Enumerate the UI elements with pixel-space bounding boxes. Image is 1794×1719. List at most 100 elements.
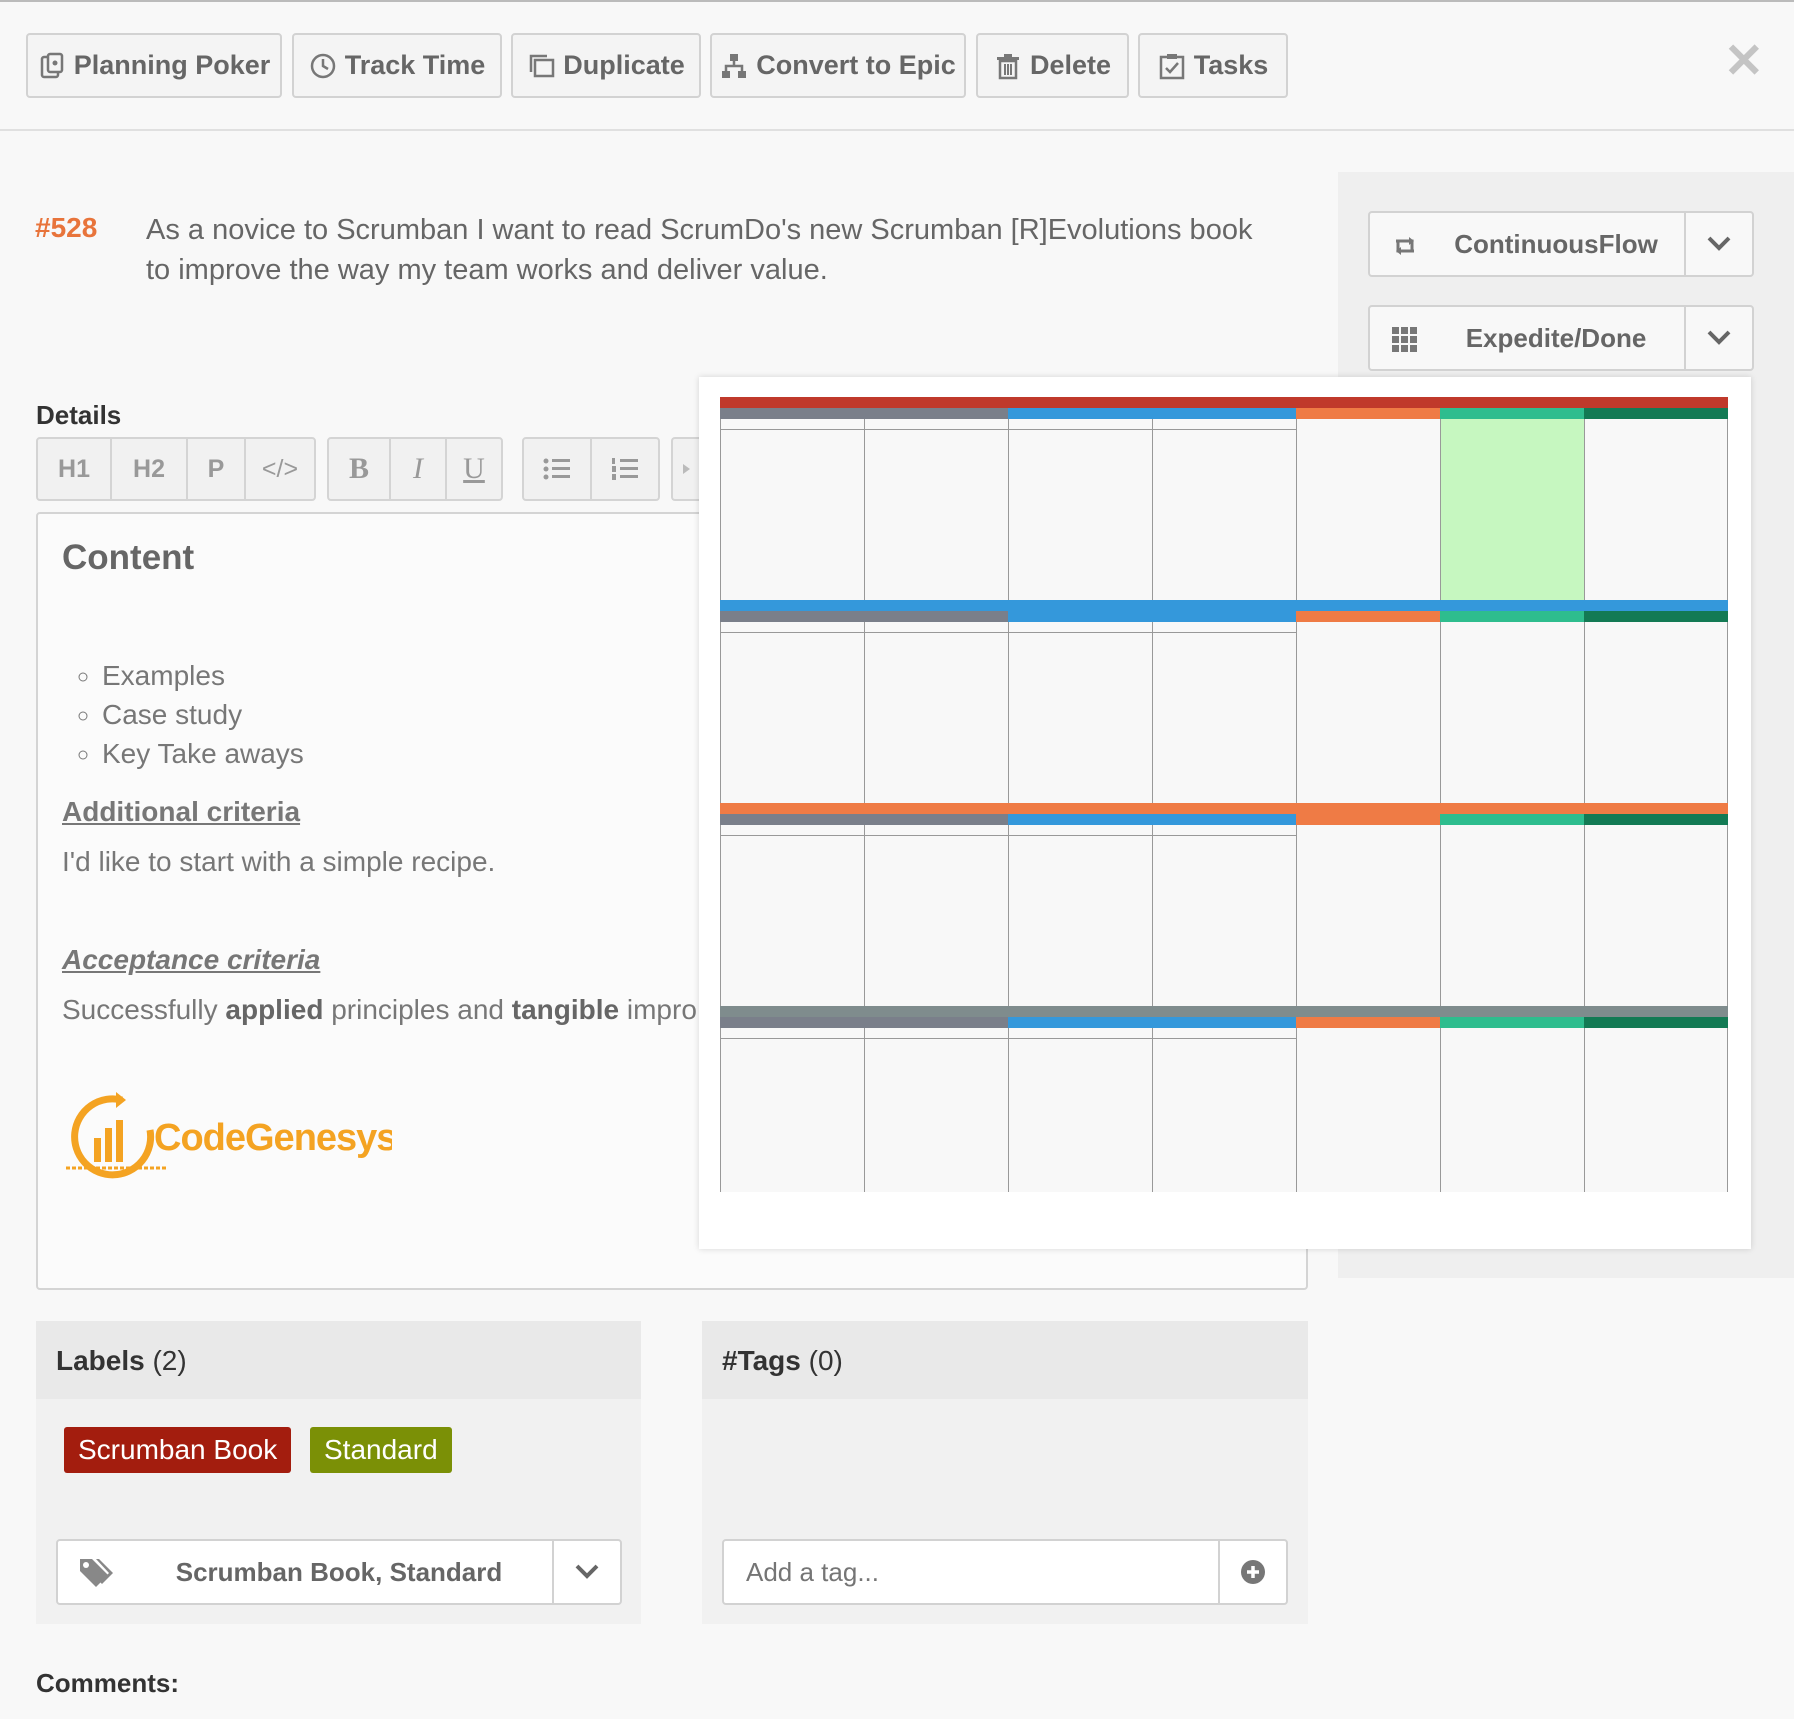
- board-cell[interactable]: [1008, 1028, 1152, 1192]
- column-header-bar: [1296, 814, 1440, 825]
- sub-column-divider: [721, 1038, 864, 1039]
- labels-select-value: Scrumban Book, Standard: [175, 1557, 503, 1587]
- board-cell[interactable]: [1440, 825, 1584, 1006]
- board-cell[interactable]: [1008, 419, 1152, 600]
- labels-title-text: Labels: [56, 1345, 145, 1376]
- labels-select[interactable]: Scrumban Book, Standard: [56, 1539, 622, 1605]
- add-circle-icon[interactable]: [1240, 1559, 1266, 1585]
- h2-button[interactable]: H2: [112, 439, 188, 499]
- board-cell[interactable]: [1008, 825, 1152, 1006]
- board-cell[interactable]: [1584, 622, 1728, 803]
- labels-header: Labels (2): [36, 1321, 641, 1399]
- h1-button[interactable]: H1: [38, 439, 112, 499]
- swimlane: [720, 1006, 1728, 1192]
- column-header-bar: [1296, 1017, 1440, 1028]
- board-cell[interactable]: [1584, 419, 1728, 600]
- board-cell[interactable]: [864, 825, 1008, 1006]
- sub-column-divider: [865, 1038, 1008, 1039]
- code-button[interactable]: </>: [246, 439, 314, 499]
- tasks-label: Tasks: [1193, 50, 1269, 80]
- board-cell[interactable]: [720, 419, 864, 600]
- column-header-bar: [1584, 611, 1728, 622]
- hierarchy-icon: [722, 53, 747, 78]
- planning-poker-button[interactable]: Planning Poker: [26, 33, 282, 98]
- board-cell[interactable]: [1440, 622, 1584, 803]
- sub-column-divider: [865, 835, 1008, 836]
- board-cell[interactable]: [864, 622, 1008, 803]
- column-header-bar: [720, 1017, 1008, 1028]
- indent-button[interactable]: [673, 439, 701, 499]
- swimlane-bar: [720, 397, 1728, 408]
- convert-to-epic-button[interactable]: Convert to Epic: [710, 33, 966, 98]
- paragraph-button[interactable]: P: [188, 439, 246, 499]
- label-chip[interactable]: Scrumban Book: [64, 1427, 292, 1473]
- delete-button[interactable]: Delete: [976, 33, 1129, 98]
- convert-to-epic-label: Convert to Epic: [756, 50, 956, 80]
- column-header-bar: [720, 814, 1008, 825]
- duplicate-button[interactable]: Duplicate: [511, 33, 701, 98]
- sub-column-divider: [1009, 429, 1152, 430]
- text-format-group: B I U: [327, 437, 503, 501]
- board-cell[interactable]: [1152, 825, 1296, 1006]
- column-header-bar: [1584, 1017, 1728, 1028]
- list-item: Key Take aways: [102, 734, 304, 773]
- italic-button[interactable]: I: [391, 439, 447, 499]
- sub-column-divider: [1153, 632, 1296, 633]
- column-header-bar: [1008, 814, 1296, 825]
- list-format-group: [522, 437, 660, 501]
- board-cell[interactable]: [720, 1028, 864, 1192]
- tasks-button[interactable]: Tasks: [1138, 33, 1288, 98]
- acceptance-text-part: principles and: [323, 994, 512, 1025]
- numbered-list-button[interactable]: [592, 439, 658, 499]
- track-time-button[interactable]: Track Time: [292, 33, 502, 98]
- board-cell[interactable]: [1296, 1028, 1440, 1192]
- board-cell[interactable]: [864, 1028, 1008, 1192]
- label-chip[interactable]: Standard: [310, 1427, 452, 1473]
- board-cell[interactable]: [1584, 825, 1728, 1006]
- workflow-select[interactable]: ContinuousFlow: [1368, 211, 1754, 277]
- acceptance-criteria-heading: Acceptance criteria: [62, 944, 321, 975]
- board-cell[interactable]: [1296, 419, 1440, 600]
- bullet-list-button[interactable]: [524, 439, 592, 499]
- board-cell[interactable]: [1152, 419, 1296, 600]
- sub-column-divider: [865, 429, 1008, 430]
- sub-column-divider: [1009, 835, 1152, 836]
- story-title[interactable]: As a novice to Scrumban I want to read S…: [146, 210, 1276, 290]
- bold-button[interactable]: B: [329, 439, 391, 499]
- board-cell[interactable]: [1440, 1028, 1584, 1192]
- board-cell[interactable]: [1584, 1028, 1728, 1192]
- board-cell[interactable]: [720, 825, 864, 1006]
- board-cell[interactable]: [1152, 622, 1296, 803]
- board-cell[interactable]: [720, 622, 864, 803]
- input-divider: [1218, 1541, 1220, 1603]
- add-tag-input[interactable]: [724, 1541, 1218, 1603]
- cell-select[interactable]: Expedite/Done: [1368, 305, 1754, 371]
- board-cell[interactable]: [1152, 1028, 1296, 1192]
- sub-column-divider: [721, 429, 864, 430]
- sub-column-divider: [1153, 1038, 1296, 1039]
- swimlane-bar: [720, 1006, 1728, 1017]
- sub-column-divider: [1153, 429, 1296, 430]
- acceptance-criteria-text: Successfully applied principles and tang…: [62, 994, 697, 1026]
- logo-text: CodeGenesys: [154, 1117, 392, 1159]
- close-icon[interactable]: ✕: [1724, 38, 1764, 86]
- board-cell[interactable]: [1008, 622, 1152, 803]
- board-cell[interactable]: [864, 419, 1008, 600]
- column-header-bar: [1440, 611, 1584, 622]
- chevron-down-icon[interactable]: [1706, 327, 1732, 349]
- acceptance-text-bold: tangible: [511, 994, 620, 1025]
- board-cell[interactable]: [1296, 825, 1440, 1006]
- chevron-down-icon[interactable]: [1706, 233, 1732, 255]
- column-header-bar: [1440, 1017, 1584, 1028]
- board-cell[interactable]: [1296, 622, 1440, 803]
- tags-count: (0): [808, 1345, 843, 1376]
- numbered-list-icon: [612, 458, 638, 480]
- grid-icon: [1392, 327, 1417, 352]
- tag-input-group: [722, 1539, 1288, 1605]
- cell-select-label: Expedite/Done: [1465, 323, 1647, 353]
- board-cell[interactable]: [1440, 419, 1584, 600]
- chevron-down-icon[interactable]: [574, 1561, 600, 1583]
- underline-button[interactable]: U: [447, 439, 501, 499]
- acceptance-text-part: impro: [619, 994, 697, 1025]
- codegenesys-logo: CodeGenesys: [66, 1092, 392, 1179]
